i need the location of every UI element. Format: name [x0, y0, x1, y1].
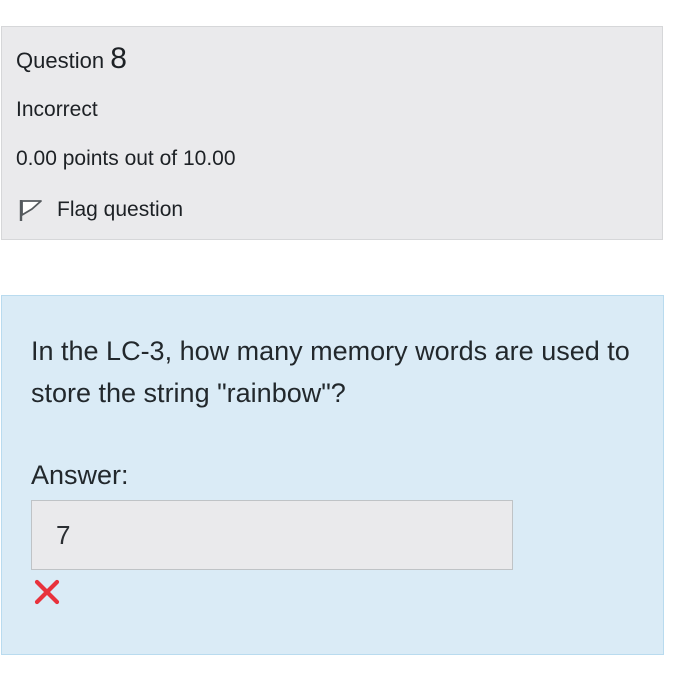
question-grade: 0.00 points out of 10.00: [16, 147, 236, 170]
answer-input[interactable]: [31, 500, 513, 570]
flag-question-link[interactable]: Flag question: [18, 195, 183, 225]
flag-icon: [19, 200, 42, 221]
incorrect-x-icon: [34, 579, 60, 605]
question-text: In the LC-3, how many memory words are u…: [31, 336, 630, 408]
flag-question-label: Flag question: [57, 198, 184, 221]
question-number-heading: Question 8: [16, 44, 127, 76]
question-number: 8: [110, 42, 127, 75]
question-state: Incorrect: [16, 98, 98, 121]
question-label: Question: [16, 48, 105, 73]
answer-label: Answer:: [31, 460, 129, 490]
